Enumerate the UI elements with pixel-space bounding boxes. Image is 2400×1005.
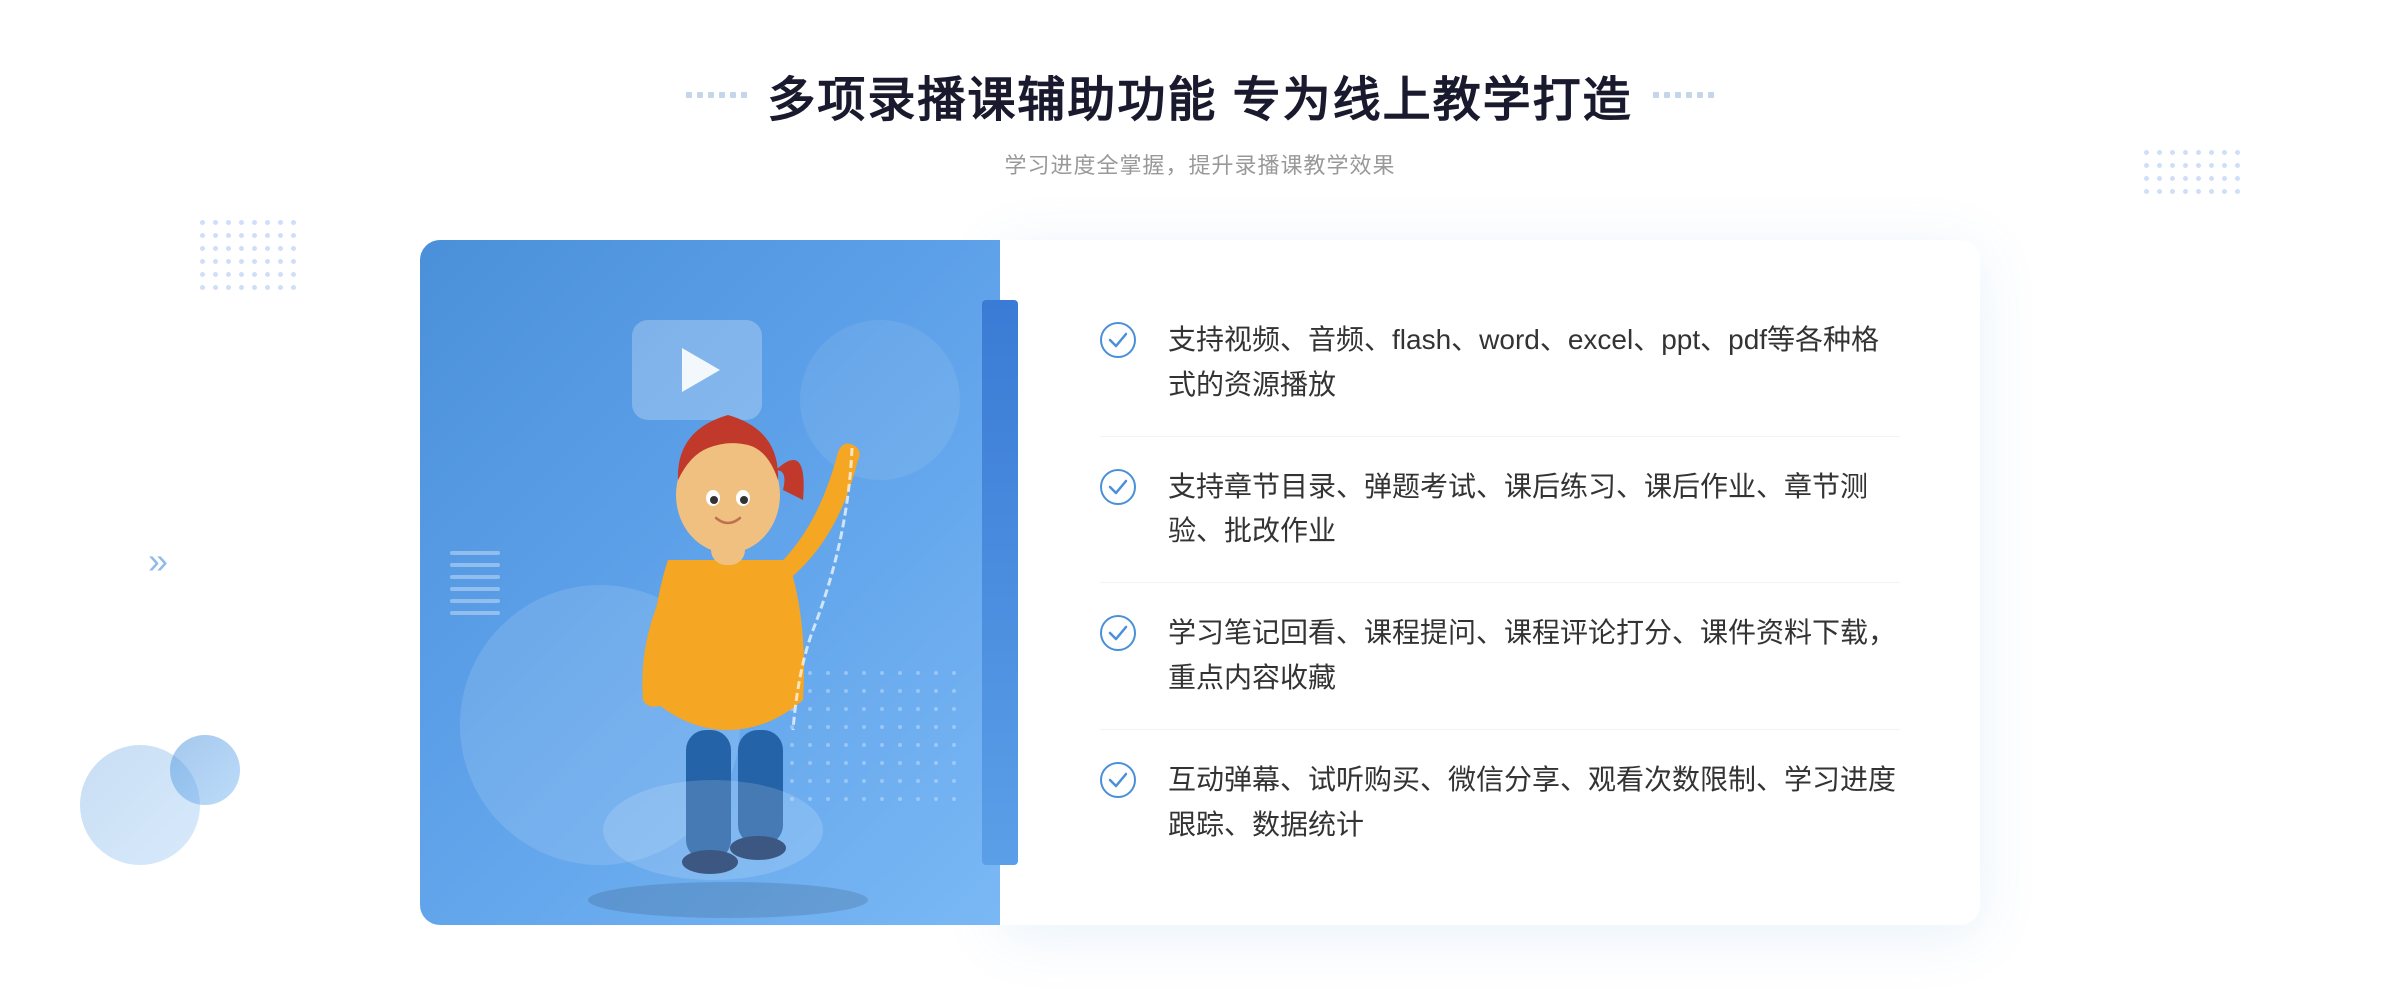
right-dot-pattern <box>2144 150 2240 194</box>
illus-stripes <box>450 551 500 615</box>
page-subtitle: 学习进度全掌握，提升录播课教学效果 <box>686 148 1713 180</box>
chevron-left-icon: » <box>148 540 168 582</box>
title-row: 多项录播课辅助功能 专为线上教学打造 <box>686 60 1713 130</box>
title-decorator-right <box>1653 92 1714 98</box>
check-icon-3 <box>1100 615 1136 651</box>
illustration-panel <box>420 240 1000 925</box>
check-icon-1 <box>1100 322 1136 358</box>
features-panel: 支持视频、音频、flash、word、excel、ppt、pdf等各种格式的资源… <box>1000 240 1980 925</box>
header-section: 多项录播课辅助功能 专为线上教学打造 学习进度全掌握，提升录播课教学效果 <box>686 60 1713 180</box>
feature-text-3: 学习笔记回看、课程提问、课程评论打分、课件资料下载，重点内容收藏 <box>1168 611 1900 701</box>
page-title: 多项录播课辅助功能 专为线上教学打造 <box>767 60 1632 130</box>
person-illustration <box>548 340 908 925</box>
feature-item-3: 学习笔记回看、课程提问、课程评论打分、课件资料下载，重点内容收藏 <box>1100 583 1900 730</box>
left-dot-pattern <box>200 220 296 290</box>
feature-text-4: 互动弹幕、试听购买、微信分享、观看次数限制、学习进度跟踪、数据统计 <box>1168 758 1900 848</box>
feature-item-1: 支持视频、音频、flash、word、excel、ppt、pdf等各种格式的资源… <box>1100 290 1900 437</box>
title-decorator-left <box>686 92 747 98</box>
feature-item-2: 支持章节目录、弹题考试、课后练习、课后作业、章节测验、批改作业 <box>1100 437 1900 584</box>
check-icon-2 <box>1100 469 1136 505</box>
main-content: 支持视频、音频、flash、word、excel、ppt、pdf等各种格式的资源… <box>420 240 1980 925</box>
blue-bar-accent <box>982 300 1018 865</box>
feature-text-1: 支持视频、音频、flash、word、excel、ppt、pdf等各种格式的资源… <box>1168 318 1900 408</box>
check-icon-4 <box>1100 762 1136 798</box>
feature-text-2: 支持章节目录、弹题考试、课后练习、课后作业、章节测验、批改作业 <box>1168 465 1900 555</box>
deco-circle-small <box>170 735 240 805</box>
page-container: » 多项录播课辅助功能 专为线上教学打造 学习进度全掌握，提升录播课教学效果 <box>0 0 2400 1005</box>
feature-item-4: 互动弹幕、试听购买、微信分享、观看次数限制、学习进度跟踪、数据统计 <box>1100 730 1900 876</box>
